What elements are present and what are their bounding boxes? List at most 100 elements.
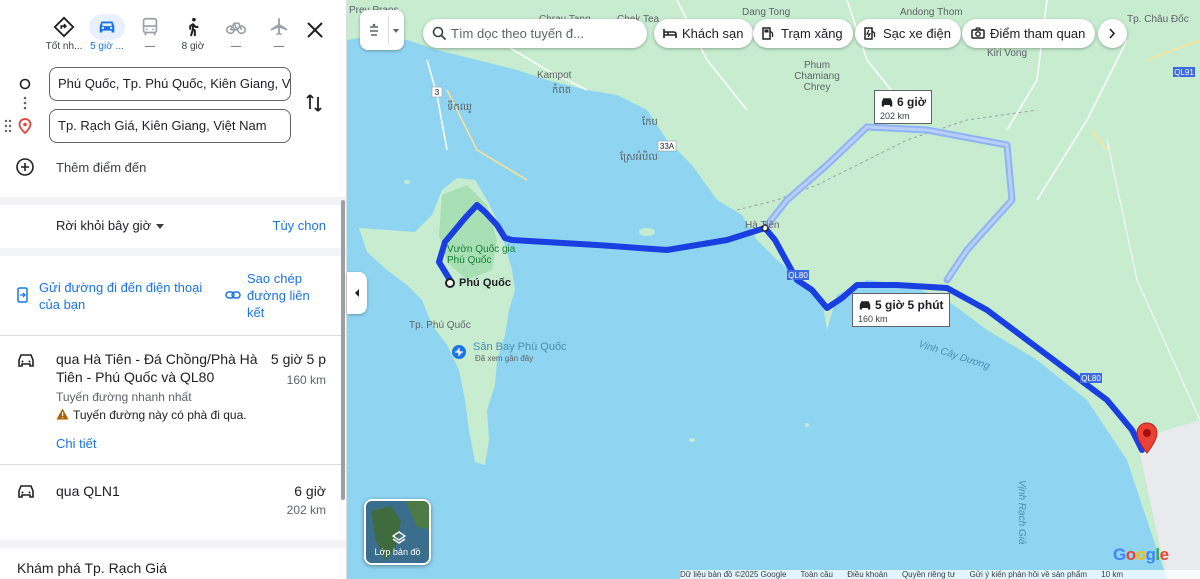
airport-sub-label: Đã xem gần đây bbox=[475, 354, 534, 363]
route-label-primary[interactable]: 5 giờ 5 phút 160 km bbox=[852, 293, 950, 327]
diamond-directions-icon bbox=[53, 16, 75, 38]
mode-driving[interactable]: 5 giờ ... bbox=[85, 12, 129, 56]
add-destination-icon[interactable] bbox=[14, 154, 36, 180]
mode-cycling-label: — bbox=[231, 41, 241, 52]
attribution-global-link[interactable]: Toàn cầu bbox=[801, 570, 833, 579]
route-distance: 202 km bbox=[286, 503, 326, 517]
search-along-route[interactable] bbox=[423, 19, 647, 48]
route-option-1[interactable]: qua Hà Tiên - Đá Chồng/Phà Hà Tiên - Phú… bbox=[0, 336, 346, 464]
attribution-terms-link[interactable]: Điều khoản bbox=[847, 570, 887, 579]
road-shield-ql80: QL80 bbox=[788, 271, 808, 280]
chip-label: Điểm tham quan bbox=[990, 26, 1086, 41]
map-attribution: Dữ liệu bản đồ ©2025 Google Toàn cầu Điề… bbox=[680, 570, 1200, 579]
search-icon bbox=[432, 26, 447, 41]
airport-label[interactable]: Sân Bay Phú Quốc bbox=[473, 341, 567, 353]
route-duration: 6 giờ bbox=[294, 483, 326, 499]
search-along-input[interactable] bbox=[451, 23, 637, 44]
map-layers-button[interactable]: Lớp bản đồ bbox=[364, 499, 431, 565]
water-label: Vịnh Rạch Giá bbox=[1016, 480, 1027, 545]
destination-input[interactable]: Tp. Rạch Giá, Kiên Giang, Việt Nam bbox=[49, 109, 291, 143]
send-to-phone-icon[interactable] bbox=[15, 287, 31, 303]
map-base: QL80 QL80 QL91 33A 3 bbox=[347, 0, 1200, 579]
chip-label: Sạc xe điện bbox=[883, 26, 951, 41]
scale-label[interactable]: 10 km bbox=[1101, 570, 1123, 579]
route-duration: 5 giờ 5 p bbox=[270, 351, 326, 367]
mode-walking[interactable]: 8 giờ bbox=[171, 12, 215, 56]
collapse-panel-button[interactable] bbox=[347, 272, 367, 314]
place-label: Vườn Quốc gia Phú Quốc bbox=[447, 244, 516, 266]
attribution-feedback-link[interactable]: Gửi ý kiến phản hồi về sản phẩm bbox=[970, 570, 1087, 579]
google-logo: Google bbox=[1113, 545, 1169, 564]
car-icon bbox=[99, 21, 115, 33]
mode-walking-label: 8 giờ bbox=[181, 41, 205, 52]
send-to-phone-link[interactable]: Gửi đường đi đến điện thoại của bạn bbox=[39, 279, 209, 313]
camera-icon bbox=[971, 27, 985, 39]
link-icon[interactable] bbox=[225, 289, 241, 301]
layers-icon bbox=[392, 531, 406, 544]
road-shield-ql91: QL91 bbox=[1174, 68, 1194, 77]
mode-cycling[interactable]: — bbox=[214, 12, 258, 56]
chip-attractions[interactable]: Điểm tham quan bbox=[962, 19, 1096, 48]
origin-input[interactable]: Phú Quốc, Tp. Phú Quốc, Kiên Giang, Việ bbox=[49, 67, 291, 101]
chip-hotels[interactable]: Khách sạn bbox=[654, 19, 754, 48]
origin-marker bbox=[445, 278, 455, 288]
bed-icon bbox=[663, 29, 677, 38]
route-details-link[interactable]: Chi tiết bbox=[56, 436, 96, 451]
route-label-distance: 160 km bbox=[858, 314, 888, 324]
mode-flight-label: — bbox=[274, 41, 284, 52]
car-icon bbox=[18, 485, 34, 498]
place-label: Phú Quốc bbox=[459, 277, 511, 289]
mode-best-label: Tốt nh... bbox=[45, 41, 83, 52]
directions-panel: Tốt nh... 5 giờ ... — 8 giờ — — Phú Quốc… bbox=[0, 0, 347, 579]
add-destination-label[interactable]: Thêm điểm đến bbox=[56, 160, 146, 175]
chevron-right-icon bbox=[1109, 28, 1116, 39]
copy-link-link[interactable]: Sao chép đường liên kết bbox=[247, 270, 327, 321]
attribution-copyright: Dữ liệu bản đồ ©2025 Google bbox=[680, 570, 787, 579]
route-warning-text: Tuyến đường này có phà đi qua. bbox=[73, 408, 247, 422]
share-actions: Gửi đường đi đến điện thoại của bạn Sao … bbox=[0, 258, 346, 333]
route-warning: Tuyến đường này có phà đi qua. bbox=[56, 408, 247, 422]
route-subtitle: Tuyến đường nhanh nhất bbox=[56, 390, 192, 404]
place-label: Andong Thom bbox=[900, 7, 963, 18]
layers-label: Lớp bản đồ bbox=[374, 547, 421, 557]
chip-label: Khách sạn bbox=[682, 26, 744, 41]
divider bbox=[0, 540, 346, 548]
chips-next-button[interactable] bbox=[1098, 19, 1127, 48]
depart-time-dropdown[interactable]: Rời khỏi bây giờ bbox=[56, 218, 151, 233]
route-title: qua QLN1 bbox=[56, 483, 120, 499]
mode-best[interactable]: Tốt nh... bbox=[42, 12, 86, 56]
plane-icon bbox=[270, 17, 288, 36]
attribution-privacy-link[interactable]: Quyền riêng tư bbox=[902, 570, 955, 579]
caret-down-icon[interactable] bbox=[156, 224, 164, 229]
mode-driving-label: 5 giờ ... bbox=[90, 41, 124, 52]
place-label: Phum Chamiang Chrey bbox=[794, 60, 840, 93]
route-title: qua Hà Tiên - Đá Chồng/Phà Hà Tiên - Phú… bbox=[56, 351, 258, 385]
road-shield-33a: 33A bbox=[660, 142, 675, 151]
mode-transit[interactable]: — bbox=[128, 12, 172, 56]
chip-ev-charging[interactable]: Sạc xe điện bbox=[855, 19, 961, 48]
route-option-2[interactable]: qua QLN1 6 giờ 202 km bbox=[0, 465, 346, 540]
panel-scrollbar[interactable] bbox=[341, 200, 345, 500]
close-icon[interactable] bbox=[303, 18, 327, 42]
drag-handle-icon[interactable] bbox=[4, 119, 12, 133]
place-label: Hà Tiên bbox=[745, 220, 780, 231]
depart-time-row: Rời khỏi bây giờ Tùy chọn bbox=[0, 206, 346, 246]
map-layer-toggle[interactable] bbox=[360, 10, 404, 50]
explore-heading: Khám phá Tp. Rạch Giá bbox=[17, 560, 167, 576]
chip-gas-stations[interactable]: Trạm xăng bbox=[753, 19, 853, 48]
destination-pin-icon bbox=[18, 118, 32, 134]
bike-icon bbox=[226, 22, 246, 35]
caret-down-icon bbox=[393, 29, 399, 33]
mode-flight[interactable]: — bbox=[257, 12, 301, 56]
divider bbox=[0, 197, 346, 205]
place-label: កំពត bbox=[552, 85, 572, 96]
place-label: Kampot bbox=[537, 70, 572, 81]
road-shield-3: 3 bbox=[435, 88, 440, 97]
map-canvas[interactable]: QL80 QL80 QL91 33A 3 Prey Praos Chrau Ta… bbox=[347, 0, 1200, 579]
chevron-left-icon bbox=[355, 289, 359, 297]
destination-pin-icon[interactable] bbox=[1136, 422, 1158, 454]
swap-directions-icon[interactable] bbox=[303, 92, 325, 114]
place-label: Tp. Châu Đốc bbox=[1127, 14, 1189, 25]
route-label-alt[interactable]: 6 giờ 202 km bbox=[874, 90, 933, 124]
route-options-link[interactable]: Tùy chọn bbox=[273, 218, 326, 233]
